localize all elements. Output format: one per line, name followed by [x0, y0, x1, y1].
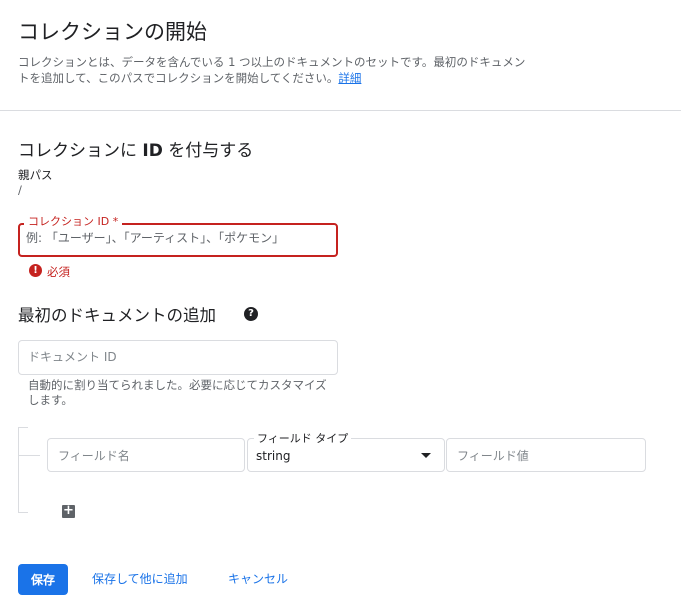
field-name-input[interactable] — [58, 447, 228, 465]
document-id-hint: 自動的に割り当てられました。必要に応じてカスタマイズします。 — [28, 378, 327, 407]
help-icon[interactable]: ? — [244, 307, 258, 321]
description-text: コレクションとは、データを含んでいる 1 つ以上のドキュメントのセットです。最初… — [18, 55, 526, 85]
field-tree-top-tick — [18, 427, 28, 428]
parent-path-label: 親パス — [18, 168, 53, 182]
cancel-button[interactable]: キャンセル — [228, 570, 288, 587]
field-tree-line — [18, 427, 19, 513]
collection-title-prefix: コレクションに — [18, 141, 137, 161]
details-link[interactable]: 詳細 — [338, 71, 361, 85]
document-section-title: 最初のドキュメントの追加 — [18, 306, 216, 325]
collection-title-suffix: を付与する — [168, 141, 254, 161]
document-id-input[interactable] — [28, 348, 328, 366]
field-tree-branch — [18, 455, 40, 456]
collection-section-title: コレクションに ID を付与する — [18, 136, 253, 161]
field-tree-bottom-tick — [18, 512, 28, 513]
plus-icon[interactable]: + — [62, 504, 75, 518]
error-icon: ! — [29, 264, 42, 277]
collection-id-label: コレクション ID * — [24, 213, 123, 229]
save-and-add-button[interactable]: 保存して他に追加 — [92, 570, 188, 587]
collection-title-bold: ID — [142, 141, 163, 161]
field-name-field — [47, 438, 245, 472]
field-value-field — [446, 438, 646, 472]
dropdown-caret-icon — [421, 453, 431, 458]
field-value-input[interactable] — [457, 447, 627, 465]
field-type-label: フィールド タイプ — [254, 430, 352, 446]
page-description: コレクションとは、データを含んでいる 1 つ以上のドキュメントのセットです。最初… — [18, 54, 528, 86]
error-message: 必須 — [47, 265, 70, 279]
collection-id-input[interactable] — [26, 228, 326, 248]
parent-path-value: / — [18, 183, 22, 197]
field-type-value: string — [256, 449, 291, 463]
save-button[interactable]: 保存 — [18, 564, 68, 595]
divider — [0, 110, 681, 111]
page-title: コレクションの開始 — [18, 20, 207, 44]
